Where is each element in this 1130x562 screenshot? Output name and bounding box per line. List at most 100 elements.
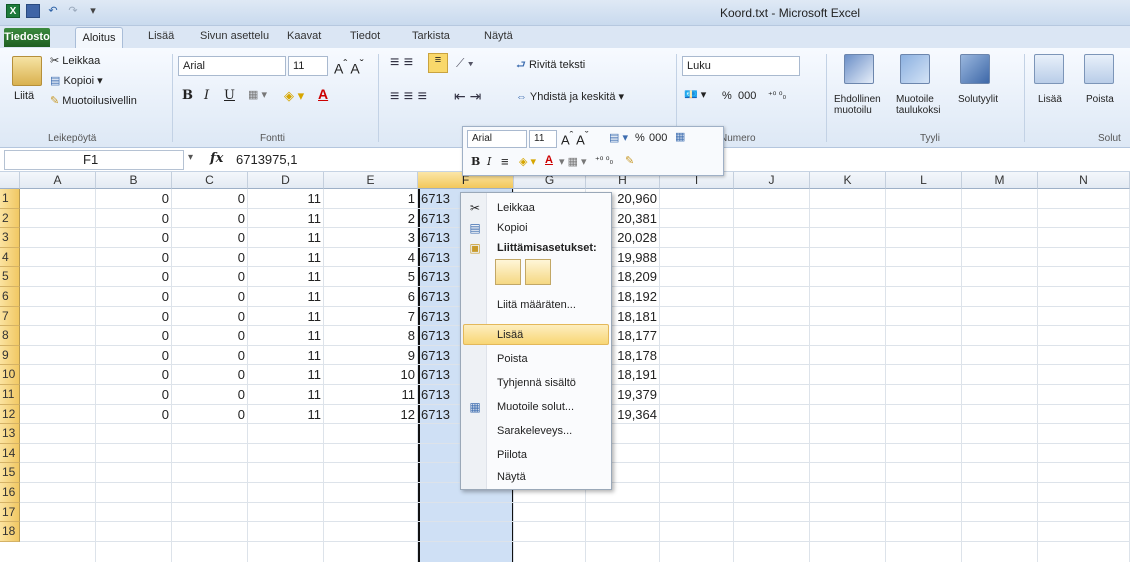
row-header[interactable]: 1 bbox=[0, 189, 20, 209]
cell-b3[interactable]: 0 bbox=[96, 228, 172, 248]
cell-d3[interactable]: 11 bbox=[248, 228, 324, 248]
row-header[interactable]: 15 bbox=[0, 463, 20, 483]
orientation-icon[interactable]: ⟋ ▾ bbox=[456, 56, 474, 71]
mini-thousands-button[interactable]: 000 bbox=[649, 132, 667, 144]
cell-styles-icon[interactable] bbox=[960, 54, 990, 84]
fx-icon[interactable]: fx bbox=[210, 151, 223, 166]
cell-e6[interactable]: 6 bbox=[324, 287, 418, 307]
font-size-select[interactable]: 11 bbox=[288, 56, 328, 76]
cell-c7[interactable]: 0 bbox=[172, 307, 248, 327]
customize-qat-icon[interactable]: ▾ bbox=[86, 4, 100, 18]
row-header[interactable]: 11 bbox=[0, 385, 20, 405]
menu-item-clear-contents[interactable]: Tyhjennä sisältö bbox=[497, 377, 576, 389]
grow-font-icon[interactable]: Aˆ Aˇ bbox=[334, 58, 364, 77]
paste-button[interactable]: Liitä bbox=[14, 90, 34, 102]
menu-item-format-cells[interactable]: Muotoile solut... bbox=[497, 401, 574, 413]
cell-e10[interactable]: 10 bbox=[324, 365, 418, 385]
row-header[interactable]: 18 bbox=[0, 522, 20, 542]
menu-item-copy[interactable]: Kopioi bbox=[497, 222, 528, 234]
mini-percent-button[interactable]: % bbox=[635, 132, 645, 144]
cut-button[interactable]: ✂ Leikkaa bbox=[50, 54, 100, 67]
paste-values-icon[interactable] bbox=[525, 259, 551, 285]
cell-d6[interactable]: 11 bbox=[248, 287, 324, 307]
cell-c8[interactable]: 0 bbox=[172, 326, 248, 346]
font-color-icon[interactable]: A bbox=[318, 86, 328, 102]
row-header[interactable]: 16 bbox=[0, 483, 20, 503]
mini-fill-color-icon[interactable]: ◈ ▾ bbox=[519, 155, 536, 168]
cell-b1[interactable]: 0 bbox=[96, 189, 172, 209]
row-header[interactable]: 4 bbox=[0, 247, 20, 268]
delete-cells-icon[interactable] bbox=[1084, 54, 1114, 84]
cell-b9[interactable]: 0 bbox=[96, 346, 172, 366]
tab-insert[interactable]: Lisää bbox=[148, 30, 174, 42]
cell-e4[interactable]: 4 bbox=[324, 248, 418, 268]
cell-d5[interactable]: 11 bbox=[248, 267, 324, 287]
row-header[interactable]: 6 bbox=[0, 287, 20, 307]
cell-b10[interactable]: 0 bbox=[96, 365, 172, 385]
cell-d8[interactable]: 11 bbox=[248, 326, 324, 346]
menu-item-column-width[interactable]: Sarakeleveys... bbox=[497, 425, 572, 437]
indent-icon[interactable]: ⇤ ⇥ bbox=[454, 88, 481, 105]
row-header[interactable]: 13 bbox=[0, 424, 20, 444]
redo-icon[interactable]: ↷ bbox=[66, 4, 80, 18]
row-header[interactable]: 8 bbox=[0, 326, 20, 346]
mini-font-color-icon[interactable]: A bbox=[545, 154, 553, 166]
wrap-text-button[interactable]: ⮐ Rivitä teksti bbox=[516, 56, 585, 75]
cell-b6[interactable]: 0 bbox=[96, 287, 172, 307]
tab-review[interactable]: Tarkista bbox=[412, 30, 450, 42]
menu-item-unhide[interactable]: Näytä bbox=[497, 471, 526, 483]
cell-b11[interactable]: 0 bbox=[96, 385, 172, 405]
select-all-corner[interactable] bbox=[0, 172, 20, 189]
cell-d7[interactable]: 11 bbox=[248, 307, 324, 327]
paste-icon[interactable] bbox=[12, 56, 42, 86]
cell-c12[interactable]: 0 bbox=[172, 405, 248, 425]
row-header[interactable]: 7 bbox=[0, 306, 20, 327]
mini-borders-icon[interactable]: ▾ ▦ ▾ bbox=[559, 155, 587, 168]
cell-e9[interactable]: 9 bbox=[324, 346, 418, 366]
tab-home[interactable]: Aloitus bbox=[75, 27, 123, 48]
cell-c11[interactable]: 0 bbox=[172, 385, 248, 405]
row-header[interactable]: 5 bbox=[0, 267, 20, 287]
paste-option-icon[interactable] bbox=[495, 259, 521, 285]
menu-item-insert[interactable]: Lisää bbox=[497, 329, 523, 341]
column-header[interactable]: A bbox=[20, 172, 96, 189]
decimal-icon[interactable]: ⁺⁰ ⁰₀ bbox=[768, 90, 786, 101]
font-name-select[interactable]: Arial bbox=[178, 56, 286, 76]
cell-d1[interactable]: 11 bbox=[248, 189, 324, 209]
mini-currency-icon[interactable]: ▤ ▾ bbox=[609, 131, 628, 144]
column-header[interactable]: J bbox=[734, 172, 810, 189]
mini-format-icon[interactable]: ▦ bbox=[675, 130, 685, 143]
cell-d12[interactable]: 11 bbox=[248, 405, 324, 425]
name-box-dropdown-icon[interactable]: ▾ bbox=[188, 152, 193, 163]
currency-icon[interactable]: 💶 ▾ bbox=[684, 88, 706, 101]
tab-formulas[interactable]: Kaavat bbox=[287, 30, 321, 42]
row-header[interactable]: 12 bbox=[0, 404, 20, 425]
align-bottom-icon[interactable]: ≡ bbox=[428, 53, 448, 73]
cell-d11[interactable]: 11 bbox=[248, 385, 324, 405]
column-header[interactable]: D bbox=[248, 172, 324, 189]
cell-b12[interactable]: 0 bbox=[96, 405, 172, 425]
mini-format-painter-icon[interactable]: ✎ bbox=[625, 154, 634, 167]
cell-c4[interactable]: 0 bbox=[172, 248, 248, 268]
cell-b4[interactable]: 0 bbox=[96, 248, 172, 268]
cell-e11[interactable]: 11 bbox=[324, 385, 418, 405]
cell-d2[interactable]: 11 bbox=[248, 209, 324, 229]
undo-icon[interactable]: ↶ bbox=[46, 4, 60, 18]
tab-view[interactable]: Näytä bbox=[484, 30, 513, 42]
align-left-icon[interactable]: ≡ ≡ ≡ bbox=[390, 88, 427, 106]
merge-center-button[interactable]: ⇔ Yhdistä ja keskitä ▾ bbox=[516, 90, 624, 103]
cell-e7[interactable]: 7 bbox=[324, 307, 418, 327]
menu-item-paste-special[interactable]: Liitä määräten... bbox=[497, 299, 576, 311]
row-header[interactable]: 17 bbox=[0, 502, 20, 523]
align-top-icon[interactable]: ≡ ≡ bbox=[390, 54, 413, 72]
mini-size-select[interactable]: 11 bbox=[529, 130, 557, 148]
tab-file[interactable]: Tiedosto bbox=[4, 28, 50, 47]
row-header[interactable]: 10 bbox=[0, 365, 20, 385]
menu-item-cut[interactable]: Leikkaa bbox=[497, 202, 535, 214]
cell-b8[interactable]: 0 bbox=[96, 326, 172, 346]
cell-c5[interactable]: 0 bbox=[172, 267, 248, 287]
column-header[interactable]: N bbox=[1038, 172, 1130, 189]
cell-b5[interactable]: 0 bbox=[96, 267, 172, 287]
delete-cells-button[interactable]: Poista bbox=[1086, 94, 1114, 105]
cell-b2[interactable]: 0 bbox=[96, 209, 172, 229]
